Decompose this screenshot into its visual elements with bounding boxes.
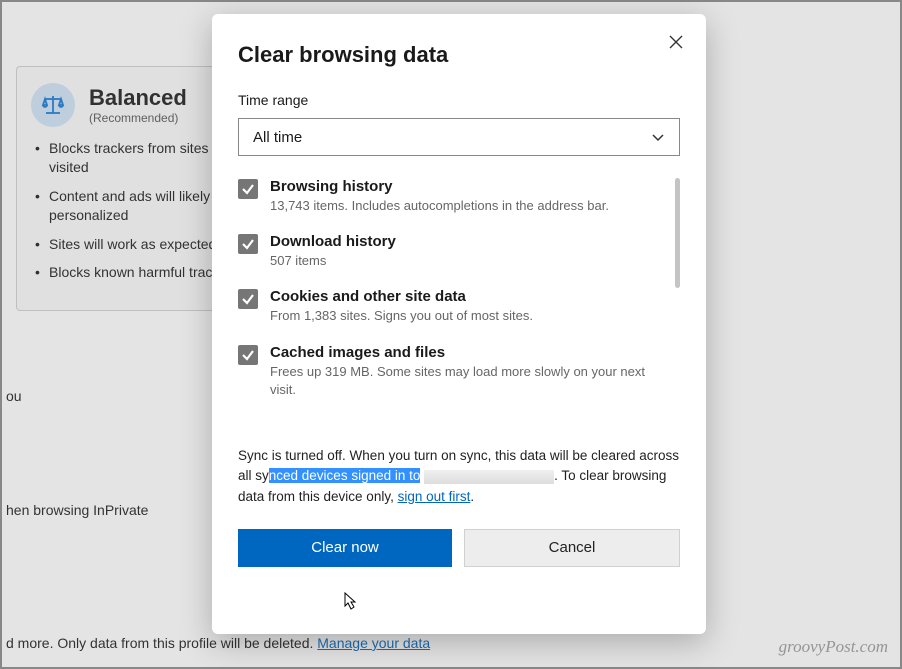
time-range-select[interactable]: All time [238,118,680,156]
options-list: Browsing history 13,743 items. Includes … [238,178,680,440]
scrollbar-thumb[interactable] [675,178,680,288]
check-icon [241,182,255,196]
check-icon [241,292,255,306]
checkbox-cached-images[interactable] [238,345,258,365]
option-title: Download history [270,233,664,250]
option-title: Browsing history [270,178,664,195]
cancel-button[interactable]: Cancel [464,529,680,567]
option-download-history: Download history 507 items [238,233,680,270]
sign-out-first-link[interactable]: sign out first [398,489,471,504]
option-cookies: Cookies and other site data From 1,383 s… [238,288,680,325]
close-button[interactable] [662,28,690,56]
checkbox-cookies[interactable] [238,289,258,309]
chevron-down-icon [651,130,665,144]
check-icon [241,348,255,362]
checkbox-browsing-history[interactable] [238,179,258,199]
option-cached-images: Cached images and files Frees up 319 MB.… [238,344,680,399]
option-desc: Frees up 319 MB. Some sites may load mor… [270,363,664,399]
option-desc: 13,743 items. Includes autocompletions i… [270,197,664,215]
close-icon [668,34,684,50]
time-range-value: All time [253,129,302,146]
option-title: Cached images and files [270,344,664,361]
clear-now-button[interactable]: Clear now [238,529,452,567]
option-title: Cookies and other site data [270,288,664,305]
redacted-account [424,470,554,484]
check-icon [241,237,255,251]
sync-note: Sync is turned off. When you turn on syn… [238,446,680,507]
settings-page-background: Balanced (Recommended) Blocks trackers f… [0,0,902,669]
clear-browsing-data-dialog: Clear browsing data Time range All time … [212,14,706,634]
option-desc: From 1,383 sites. Signs you out of most … [270,307,664,325]
selected-text: nced devices signed in to [269,468,421,483]
option-desc: 507 items [270,252,664,270]
dialog-title: Clear browsing data [238,42,680,68]
time-range-label: Time range [238,92,680,108]
checkbox-download-history[interactable] [238,234,258,254]
option-browsing-history: Browsing history 13,743 items. Includes … [238,178,680,215]
